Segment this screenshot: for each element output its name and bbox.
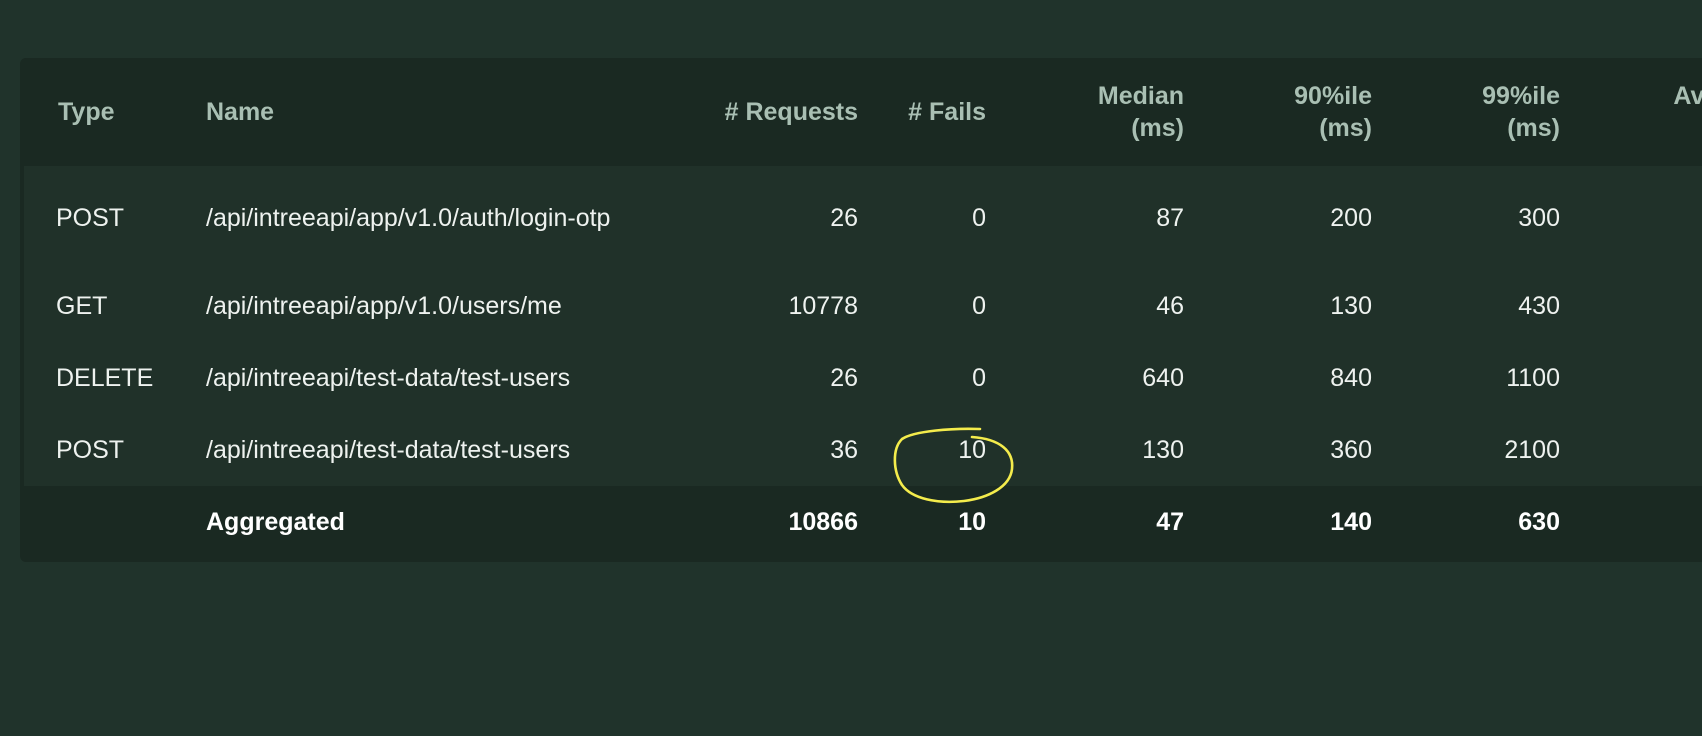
cell-name: /api/intreeapi/test-data/test-users [206, 436, 571, 464]
aggregated-row: Aggregated 10866 10 47 140 630 [22, 486, 1702, 558]
header-median-line1: Median [1097, 82, 1184, 110]
cell-requests: 36 [830, 436, 858, 464]
cell-median: 87 [1156, 204, 1184, 232]
cell-type: POST [20, 166, 206, 270]
header-p99-line2: (ms) [1507, 114, 1560, 142]
cell-fails: 0 [972, 204, 986, 232]
cell-median: 640 [1142, 364, 1184, 392]
cell-p90: 130 [1330, 292, 1372, 320]
aggregated-fails: 10 [958, 508, 986, 536]
cell-requests: 26 [830, 364, 858, 392]
aggregated-average [1560, 486, 1702, 558]
cell-p90: 360 [1330, 436, 1372, 464]
header-average-line1: Avera [1673, 82, 1702, 110]
header-p90[interactable]: 90%ile (ms) [1184, 58, 1372, 166]
table-row: POST /api/intreeapi/test-data/test-users… [20, 414, 1702, 486]
cell-average [1560, 270, 1702, 342]
header-fails[interactable]: # Fails [858, 58, 986, 166]
cell-p90: 200 [1330, 204, 1372, 232]
cell-type: GET [20, 270, 206, 342]
cell-median: 130 [1142, 436, 1184, 464]
cell-requests: 10778 [788, 292, 858, 320]
header-p99-line1: 99%ile [1482, 82, 1560, 110]
table-row: GET /api/intreeapi/app/v1.0/users/me 107… [20, 270, 1702, 342]
cell-average: 2 [1560, 414, 1702, 486]
aggregated-p90: 140 [1330, 508, 1372, 536]
cell-type [22, 486, 206, 558]
table-row: POST /api/intreeapi/app/v1.0/auth/login-… [20, 166, 1702, 270]
stats-panel: Type Name # Requests # Fails Median (ms)… [20, 58, 1702, 562]
cell-name: /api/intreeapi/test-data/test-users [206, 364, 571, 392]
table-row: DELETE /api/intreeapi/test-data/test-use… [20, 342, 1702, 414]
header-p90-line2: (ms) [1319, 114, 1372, 142]
cell-fails: 0 [972, 364, 986, 392]
header-requests[interactable]: # Requests [680, 58, 858, 166]
header-average[interactable]: Avera (n [1560, 58, 1702, 166]
header-median[interactable]: Median (ms) [986, 58, 1184, 166]
cell-p99: 2100 [1504, 436, 1560, 464]
aggregated-label: Aggregated [206, 508, 345, 536]
cell-name: /api/intreeapi/app/v1.0/auth/login-otp [206, 204, 611, 232]
cell-average: 1 [1560, 166, 1702, 270]
cell-p99: 430 [1518, 292, 1560, 320]
cell-type: POST [20, 414, 206, 486]
header-type[interactable]: Type [22, 58, 206, 166]
cell-p90: 840 [1330, 364, 1372, 392]
aggregated-median: 47 [1156, 508, 1184, 536]
request-stats-table: Type Name # Requests # Fails Median (ms)… [20, 58, 1702, 558]
cell-p99: 300 [1518, 204, 1560, 232]
aggregated-p99: 630 [1518, 508, 1560, 536]
header-name[interactable]: Name [206, 58, 680, 166]
cell-name: /api/intreeapi/app/v1.0/users/me [206, 292, 562, 320]
table-header-row: Type Name # Requests # Fails Median (ms)… [22, 58, 1702, 166]
cell-requests: 26 [830, 204, 858, 232]
cell-fails: 0 [972, 292, 986, 320]
header-p90-line1: 90%ile [1294, 82, 1372, 110]
aggregated-requests: 10866 [788, 508, 858, 536]
cell-type: DELETE [20, 342, 206, 414]
cell-average: 6 [1560, 342, 1702, 414]
header-p99[interactable]: 99%ile (ms) [1372, 58, 1560, 166]
header-median-line2: (ms) [1131, 114, 1184, 142]
cell-p99: 1100 [1506, 364, 1560, 392]
cell-median: 46 [1156, 292, 1184, 320]
cell-fails: 10 [958, 436, 986, 464]
